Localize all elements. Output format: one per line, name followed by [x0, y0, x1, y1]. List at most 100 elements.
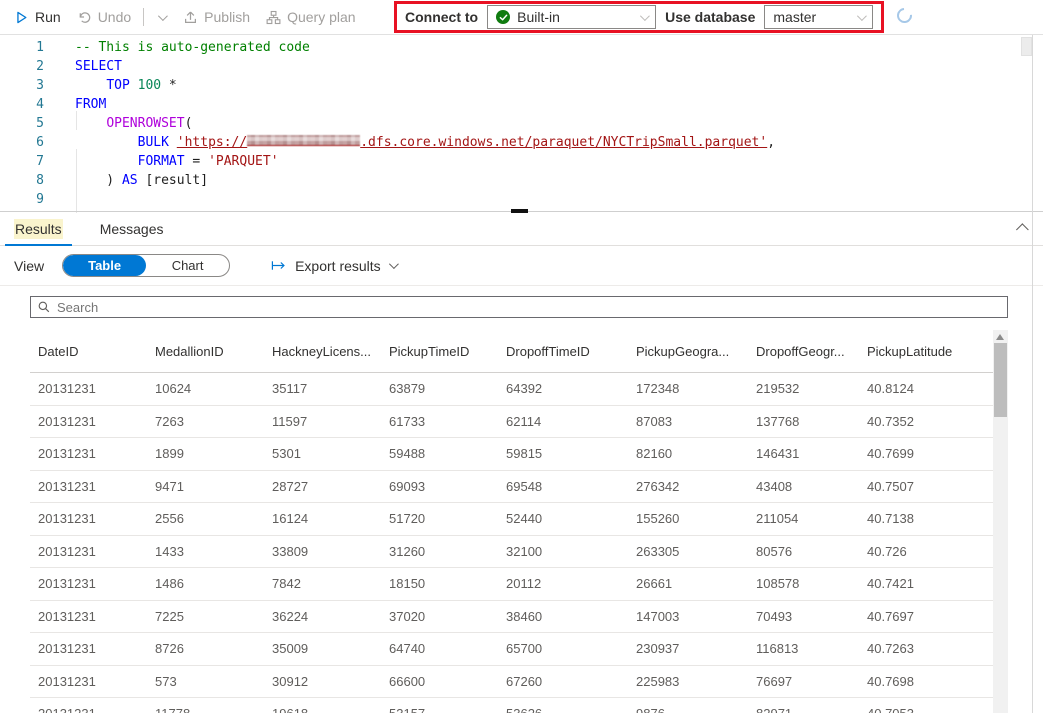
- table-cell: 69093: [389, 478, 426, 494]
- table-row[interactable]: 20131231 8726 35009 64740 65700 230937 116813 4…: [30, 633, 993, 666]
- connection-highlight-box: Connect to Built-in Use database master: [394, 1, 884, 33]
- table-row[interactable]: 20131231 1433 33809 31260 32100 263305 80576 40…: [30, 536, 993, 568]
- run-label: Run: [35, 9, 61, 25]
- scrollbar-thumb[interactable]: [994, 343, 1007, 417]
- table-cell: 53157: [381, 698, 498, 713]
- table-row[interactable]: 20131231 1899 5301 59488 59815 82160 146431 40.…: [30, 438, 993, 471]
- connect-to-dropdown[interactable]: Built-in: [487, 5, 657, 29]
- code-text: SELECT: [75, 59, 122, 74]
- tab-messages[interactable]: Messages: [90, 213, 174, 246]
- table-cell: 38460: [506, 608, 543, 624]
- code-line[interactable]: 4 FROM: [0, 95, 1032, 114]
- table-row[interactable]: 20131231 7263 11597 61733 62114 87083 137768 40…: [30, 406, 993, 438]
- table-cell: 116813: [756, 641, 799, 657]
- undo-label: Undo: [97, 9, 132, 25]
- table-cell: 64740: [389, 641, 426, 657]
- table-row[interactable]: 20131231 2556 16124 51720 52440 155260 211054 4…: [30, 503, 993, 536]
- code-line[interactable]: 1 -- This is auto-generated code: [0, 38, 1032, 57]
- chevron-down-icon: [388, 259, 399, 270]
- undo-button[interactable]: Undo: [69, 0, 139, 34]
- table-cell: 20131231: [38, 511, 96, 527]
- line-number: 3: [36, 78, 44, 93]
- table-cell: 20131231: [38, 478, 96, 494]
- messages-tab-label: Messages: [99, 221, 164, 237]
- undo-redo-dropdown-button[interactable]: [148, 0, 175, 34]
- collapse-panel-icon[interactable]: [1016, 223, 1029, 236]
- grid-body: 20131231 10624 35117 63879 64392 172348 219532…: [30, 373, 993, 713]
- scrollbar-up-arrow-icon[interactable]: [996, 334, 1004, 340]
- table-cell: 65700: [506, 641, 543, 657]
- table-row[interactable]: 201312311177819618531575362698768297140.…: [30, 698, 993, 713]
- table-cell: 82160: [636, 446, 673, 462]
- line-number: 6: [36, 135, 44, 150]
- table-cell: 230937: [636, 641, 680, 657]
- code-text: OPENROWSET(: [106, 116, 193, 131]
- run-button[interactable]: Run: [6, 0, 69, 34]
- view-toggle-table[interactable]: Table: [63, 255, 147, 276]
- search-icon: [38, 301, 50, 313]
- table-cell: 263305: [636, 543, 680, 559]
- search-input[interactable]: [57, 299, 1001, 315]
- code-line[interactable]: 2 SELECT: [0, 57, 1032, 76]
- table-cell: 69548: [506, 478, 543, 494]
- table-cell: 33809: [272, 543, 309, 559]
- code-line[interactable]: 9: [0, 190, 1032, 209]
- table-cell: 20131231: [38, 543, 96, 559]
- table-cell: 40.7698: [867, 673, 914, 689]
- column-header[interactable]: DateID: [30, 330, 147, 372]
- panel-right-border: [1032, 35, 1033, 713]
- code-text: -- This is auto-generated code: [75, 40, 310, 55]
- publish-icon: [185, 11, 197, 23]
- table-cell: 40.7507: [867, 478, 914, 494]
- column-header[interactable]: PickupLatitude: [859, 330, 993, 372]
- tab-results[interactable]: Results: [5, 213, 72, 247]
- view-toggle-chart[interactable]: Chart: [146, 255, 229, 276]
- loading-spinner-icon: [893, 4, 916, 27]
- table-cell: 35009: [272, 641, 309, 657]
- use-database-dropdown[interactable]: master: [764, 5, 873, 29]
- column-header[interactable]: PickupGeogra...: [628, 330, 748, 372]
- connect-to-value: Built-in: [517, 9, 560, 25]
- code-line[interactable]: 3 TOP 100 *: [0, 76, 1032, 95]
- column-header[interactable]: PickupTimeID: [381, 330, 498, 372]
- column-header[interactable]: MedallionID: [147, 330, 264, 372]
- publish-button[interactable]: Publish: [175, 0, 258, 34]
- line-number: 2: [36, 59, 44, 74]
- table-row[interactable]: 20131231 10624 35117 63879 64392 172348 219532…: [30, 373, 993, 406]
- code-line[interactable]: 8 ) AS [result]: [0, 171, 1032, 190]
- table-cell: 573: [155, 673, 177, 689]
- table-cell: 20131231: [38, 641, 96, 657]
- table-cell: 108578: [756, 576, 800, 592]
- code-line[interactable]: 5 OPENROWSET(: [0, 114, 1032, 133]
- query-plan-button[interactable]: Query plan: [258, 0, 363, 34]
- table-cell: 219532: [756, 381, 800, 397]
- grid-scrollbar[interactable]: [993, 330, 1008, 713]
- table-row[interactable]: 20131231 573 30912 66600 67260 225983 76697 40.…: [30, 666, 993, 698]
- use-database-label: Use database: [665, 9, 756, 25]
- chart-option-label: Chart: [171, 258, 204, 273]
- table-cell: 63879: [389, 381, 426, 397]
- column-header[interactable]: DropoffGeogr...: [748, 330, 859, 372]
- table-cell: 20131231: [38, 673, 96, 689]
- code-line[interactable]: 6 BULK 'https://.dfs.core.windows.net/pa…: [0, 133, 1032, 152]
- table-cell: 20112: [506, 576, 542, 592]
- table-row[interactable]: 20131231 9471 28727 69093 69548 276342 43408 40…: [30, 471, 993, 503]
- table-cell: 66600: [389, 673, 426, 689]
- column-header[interactable]: HackneyLicens...: [264, 330, 381, 372]
- line-number: 4: [36, 97, 44, 112]
- table-cell: 67260: [506, 673, 543, 689]
- results-search-box[interactable]: [30, 296, 1008, 318]
- sql-code-editor[interactable]: 1 -- This is auto-generated code 2 SELECT 3 …: [0, 35, 1032, 225]
- table-row[interactable]: 20131231 1486 7842 18150 20112 26661 108578 40.…: [30, 568, 993, 601]
- table-cell: 20131231: [30, 698, 147, 713]
- export-results-button[interactable]: Export results: [270, 258, 399, 274]
- table-cell: 53626: [498, 698, 628, 713]
- view-toggle[interactable]: Table Chart: [62, 254, 231, 277]
- table-cell: 20131231: [38, 576, 96, 592]
- undo-icon: [79, 11, 90, 23]
- column-header[interactable]: DropoffTimeID: [498, 330, 628, 372]
- code-line[interactable]: 7 FORMAT = 'PARQUET': [0, 152, 1032, 171]
- line-number: 9: [36, 192, 44, 207]
- table-row[interactable]: 20131231 7225 36224 37020 38460 147003 70493 40…: [30, 601, 993, 633]
- editor-scrollbar[interactable]: [1021, 37, 1032, 56]
